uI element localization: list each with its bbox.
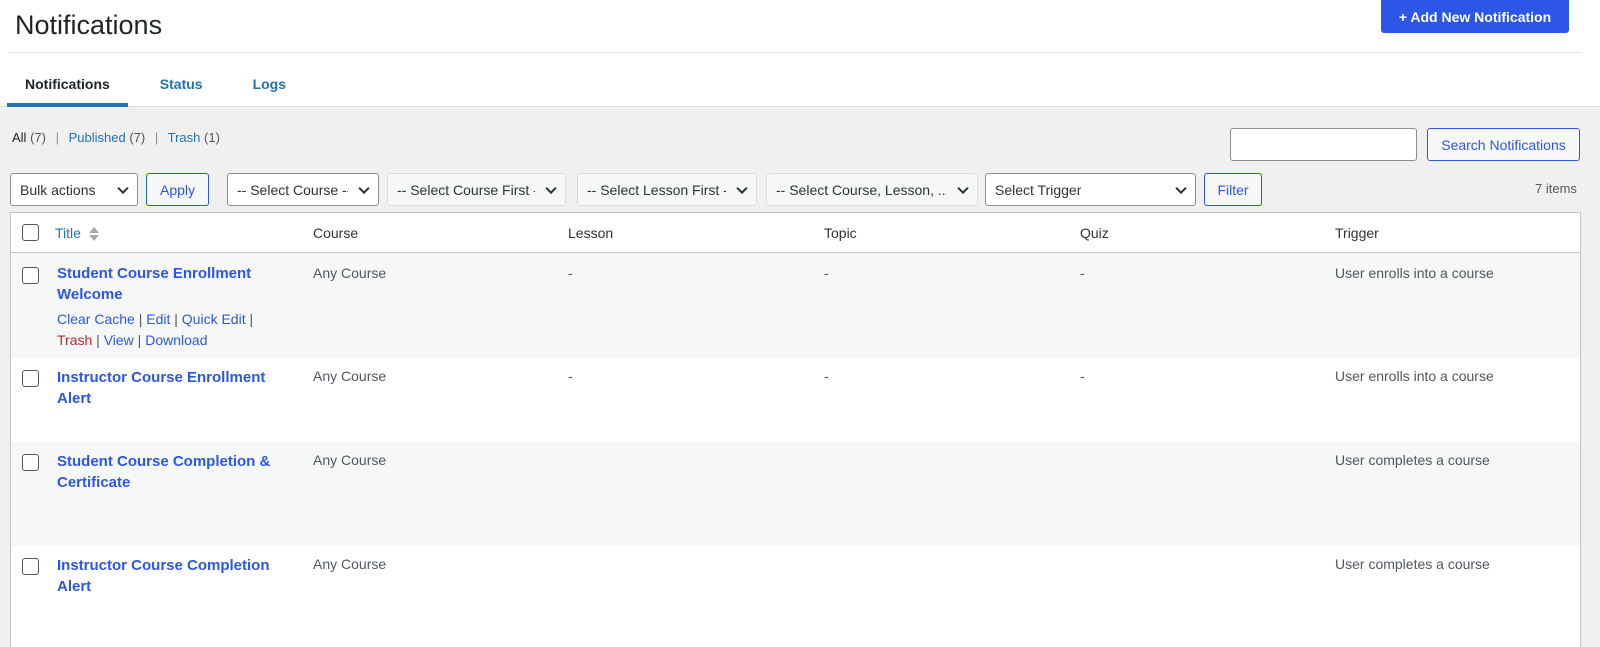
bulk-actions-select[interactable]: Bulk actions [10,173,138,206]
cell-trigger: User enrolls into a course [1335,368,1494,384]
filter-button[interactable]: Filter [1204,173,1262,206]
row-title-link[interactable]: Instructor Course Enrollment Alert [57,367,297,409]
quick-edit-link[interactable]: Quick Edit [182,311,246,327]
table-row: Student Course Enrollment Welcome Clear … [11,253,1580,358]
cell-topic: - [824,368,829,384]
cell-course: Any Course [313,556,387,572]
chevron-down-icon [545,182,557,194]
row-actions: Clear Cache | Edit | Quick Edit | Trash … [57,311,254,348]
table-row: Instructor Course Enrollment Alert Any C… [11,358,1580,442]
course-select-value: -- Select Course -- [237,181,348,198]
row-title-link[interactable]: Instructor Course Completion Alert [57,555,277,597]
cell-trigger: User enrolls into a course [1335,265,1494,281]
column-quiz: Quiz [1080,225,1109,241]
separator: | [154,130,159,145]
cell-quiz: - [1080,368,1085,384]
add-new-notification-button[interactable]: + Add New Notification [1381,0,1569,33]
tab-status[interactable]: Status [142,66,221,107]
cell-course: Any Course [313,265,387,281]
trigger-select[interactable]: Select Trigger [985,173,1196,206]
row-title-link[interactable]: Student Course Completion & Certificate [57,451,277,493]
select-all-checkbox[interactable] [22,224,39,241]
row-checkbox[interactable] [22,454,39,471]
cell-topic: - [824,265,829,281]
quiz-select-value: -- Select Course, Lesson, ... [776,181,947,198]
items-count: 7 items [1535,181,1577,196]
view-published-count: (7) [129,130,146,145]
column-course: Course [313,225,359,241]
view-all-link[interactable]: All [12,130,26,145]
edit-link[interactable]: Edit [146,311,170,327]
separator: | [55,130,59,145]
chevron-down-icon [736,182,748,194]
search-input[interactable] [1230,128,1417,161]
topic-select-value: -- Select Lesson First -- [587,181,726,198]
chevron-down-icon [117,182,129,194]
column-trigger: Trigger [1335,225,1379,241]
row-checkbox[interactable] [22,370,39,387]
course-select[interactable]: -- Select Course -- [227,173,379,206]
cell-trigger: User completes a course [1335,556,1490,572]
trash-link[interactable]: Trash [57,332,92,348]
cell-course: Any Course [313,452,387,468]
tab-notifications[interactable]: Notifications [7,66,128,107]
column-topic: Topic [824,225,857,241]
chevron-down-icon [1175,182,1187,194]
lesson-select[interactable]: -- Select Course First -- [387,173,566,206]
page-title: Notifications [15,10,163,40]
row-checkbox[interactable] [22,558,39,575]
chevron-down-icon [358,182,370,194]
view-filters: All (7) | Published (7) | Trash (1) [12,130,220,145]
clear-cache-link[interactable]: Clear Cache [57,311,135,327]
view-all-count: (7) [30,130,46,145]
column-lesson: Lesson [568,225,614,241]
notifications-table: Title Course Lesson Topic Quiz Trigger S… [10,212,1581,647]
column-title-label: Title [55,225,81,241]
tab-bar: Notifications Status Logs [7,66,304,107]
view-published-link[interactable]: Published [69,130,126,145]
view-trash-link[interactable]: Trash [168,130,201,145]
row-checkbox[interactable] [22,267,39,284]
quiz-select[interactable]: -- Select Course, Lesson, ... [766,173,978,206]
row-title-link[interactable]: Student Course Enrollment Welcome [57,263,277,305]
cell-quiz: - [1080,265,1085,281]
title-divider [8,52,1581,53]
download-link[interactable]: Download [145,332,207,348]
chevron-down-icon [957,182,969,194]
topic-select[interactable]: -- Select Lesson First -- [577,173,757,206]
cell-lesson: - [568,265,573,281]
apply-button[interactable]: Apply [146,173,209,206]
top-bar: Notifications + Add New Notification Not… [0,0,1600,107]
view-link[interactable]: View [104,332,134,348]
search-notifications-button[interactable]: Search Notifications [1427,128,1580,161]
tab-logs[interactable]: Logs [235,66,304,107]
table-header: Title Course Lesson Topic Quiz Trigger [11,213,1580,253]
view-trash-count: (1) [204,130,220,145]
cell-lesson: - [568,368,573,384]
table-row: Student Course Completion & Certificate … [11,442,1580,546]
bulk-actions-value: Bulk actions [20,181,96,198]
cell-trigger: User completes a course [1335,452,1490,468]
trigger-select-value: Select Trigger [995,181,1082,198]
table-row: Instructor Course Completion Alert Any C… [11,546,1580,647]
column-title[interactable]: Title [55,225,99,242]
sort-icon [88,226,99,242]
lesson-select-value: -- Select Course First -- [397,181,535,198]
cell-course: Any Course [313,368,387,384]
